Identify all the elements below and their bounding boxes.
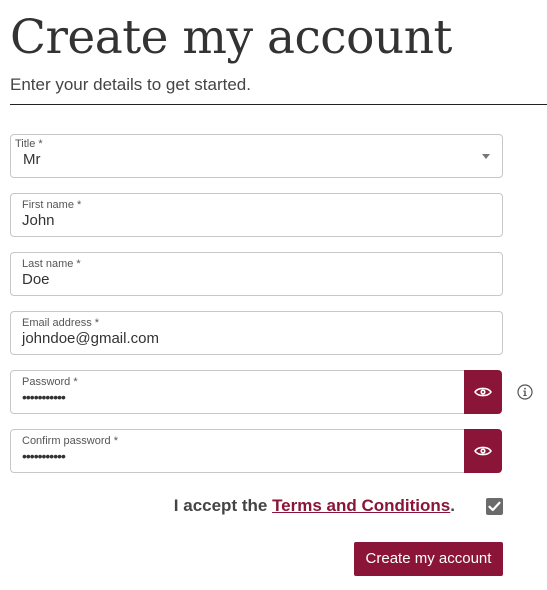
password-field[interactable]: Password * ••••••••••• (10, 370, 465, 414)
confirm-password-value[interactable]: ••••••••••• (22, 447, 66, 465)
terms-label: I accept the Terms and Conditions. (174, 495, 455, 517)
confirm-password-field[interactable]: Confirm password * ••••••••••• (10, 429, 465, 473)
header-divider (10, 104, 547, 105)
title-label: Title * (15, 138, 43, 150)
check-icon (488, 501, 501, 512)
terms-prefix: I accept the (173, 496, 273, 515)
info-icon[interactable] (517, 384, 533, 400)
page-title: Create my account (10, 10, 452, 65)
title-select[interactable]: Title * Mr (10, 134, 503, 178)
last-name-field[interactable]: Last name * Doe (10, 252, 503, 296)
email-value[interactable]: johndoe@gmail.com (22, 330, 159, 348)
last-name-value[interactable]: Doe (22, 271, 50, 289)
caret-down-icon (482, 154, 490, 159)
password-value[interactable]: ••••••••••• (22, 388, 66, 406)
page-subtitle: Enter your details to get started. (10, 75, 251, 94)
email-field[interactable]: Email address * johndoe@gmail.com (10, 311, 503, 355)
create-account-button[interactable]: Create my account (354, 542, 503, 576)
terms-checkbox[interactable] (486, 498, 503, 515)
email-label: Email address * (22, 317, 100, 329)
show-confirm-password-button[interactable] (464, 429, 502, 473)
first-name-field[interactable]: First name * John (10, 193, 503, 237)
first-name-value[interactable]: John (22, 212, 55, 230)
eye-icon (474, 446, 492, 456)
title-value: Mr (23, 151, 41, 168)
terms-suffix: . (450, 496, 455, 515)
show-password-button[interactable] (464, 370, 502, 414)
last-name-label: Last name * (22, 258, 81, 270)
first-name-label: First name * (22, 199, 82, 211)
eye-icon (474, 387, 492, 397)
terms-link[interactable]: Terms and Conditions (272, 496, 450, 515)
